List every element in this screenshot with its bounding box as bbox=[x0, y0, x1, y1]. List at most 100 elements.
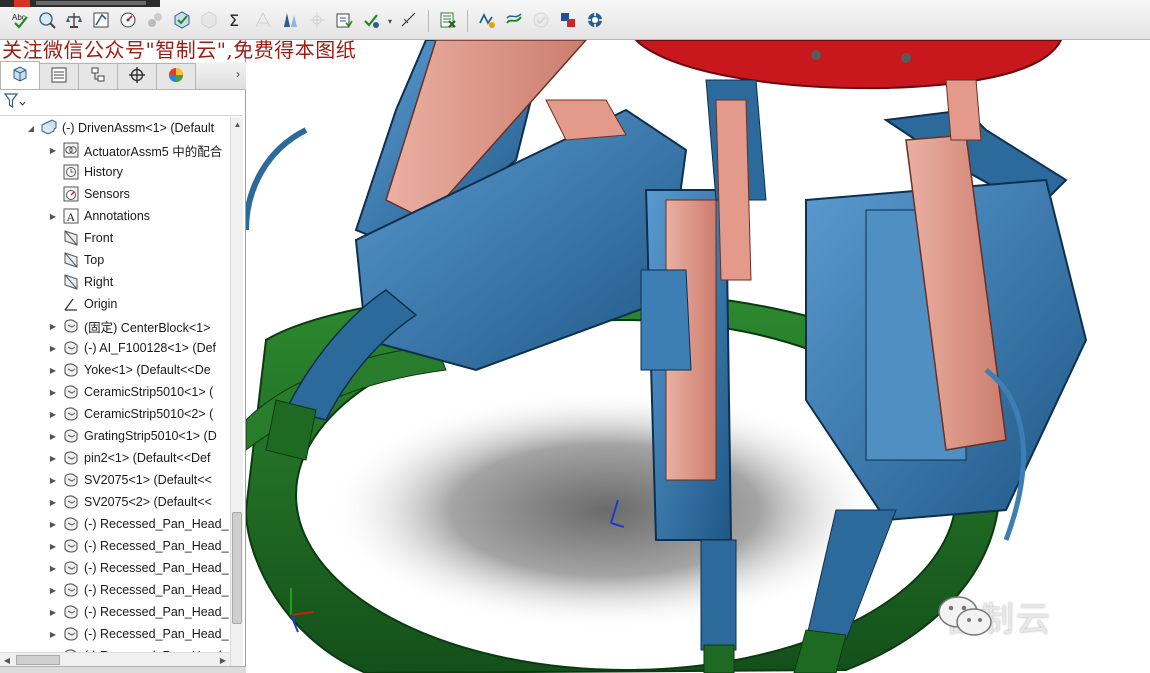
tab-display-manager[interactable] bbox=[156, 63, 196, 89]
tree-item[interactable]: Top bbox=[0, 249, 230, 271]
expand-arrow-icon[interactable]: ▶ bbox=[48, 432, 58, 441]
expand-arrow-icon[interactable]: ▶ bbox=[48, 586, 58, 595]
expand-arrow-icon[interactable]: ▶ bbox=[48, 344, 58, 353]
assembly-icon bbox=[40, 119, 58, 137]
tree-item[interactable]: Front bbox=[0, 227, 230, 249]
tree-item[interactable]: ▶ (-) AI_F100128<1> (Def bbox=[0, 337, 230, 359]
tree-item[interactable]: ▶ (-) Recessed_Pan_Head_ bbox=[0, 557, 230, 579]
dfmxpress-button[interactable] bbox=[529, 9, 553, 33]
top-ring bbox=[634, 40, 1063, 90]
svg-text:A: A bbox=[67, 210, 76, 224]
wechat-watermark: 智制云 bbox=[936, 592, 1052, 641]
tab-property-manager[interactable] bbox=[39, 63, 79, 89]
toolbar-separator bbox=[467, 10, 468, 32]
statistics-button[interactable] bbox=[143, 9, 167, 33]
tree-item-label: CeramicStrip5010<2> ( bbox=[84, 407, 214, 421]
tree-item[interactable]: ▶ (-) Recessed_Pan_Head_ bbox=[0, 535, 230, 557]
tree-item[interactable]: History bbox=[0, 161, 230, 183]
tree-item[interactable]: ▶ Yoke<1> (Default<<De bbox=[0, 359, 230, 381]
expand-arrow-icon[interactable]: ▶ bbox=[48, 498, 58, 507]
tab-configuration-manager[interactable] bbox=[78, 63, 118, 89]
driveworks-xpress-button[interactable] bbox=[556, 9, 580, 33]
statistics-icon bbox=[146, 11, 164, 32]
scroll-up-arrow-icon[interactable]: ▲ bbox=[231, 117, 244, 131]
part-icon bbox=[62, 383, 80, 401]
tree-item[interactable]: ▶ (-) Recessed_Pan_Head_ bbox=[0, 601, 230, 623]
expand-arrow-icon[interactable]: ▶ bbox=[48, 476, 58, 485]
tool-dropdown-arrow-icon[interactable]: ▾ bbox=[386, 9, 394, 33]
symmetry-check-button[interactable] bbox=[332, 9, 356, 33]
expand-arrow-icon[interactable]: ▶ bbox=[48, 146, 58, 155]
hscroll-thumb[interactable] bbox=[16, 655, 60, 665]
app-logo-strip bbox=[0, 0, 160, 7]
tree-item[interactable]: ▶ (-) Recessed_Pan_Head_ bbox=[0, 579, 230, 601]
compare-documents-icon bbox=[362, 11, 380, 32]
tree-item[interactable]: Right bbox=[0, 271, 230, 293]
graphics-viewport[interactable]: 智制云 bbox=[246, 40, 1150, 673]
tree-item[interactable]: ▶ SV2075<1> (Default<< bbox=[0, 469, 230, 491]
filter-row bbox=[0, 90, 242, 116]
expand-arrow-icon[interactable]: ▶ bbox=[48, 542, 58, 551]
check-active-document-button[interactable] bbox=[397, 9, 421, 33]
assembly-model-render bbox=[246, 40, 1088, 673]
tree-item-label: (-) Recessed_Pan_Head_ bbox=[84, 517, 229, 531]
expand-arrow-icon[interactable]: ▶ bbox=[48, 608, 58, 617]
tree-item[interactable]: ▶ CeramicStrip5010<2> ( bbox=[0, 403, 230, 425]
excel-bom-icon bbox=[439, 11, 457, 32]
filter-icon[interactable] bbox=[3, 93, 26, 112]
tree-item[interactable]: Origin bbox=[0, 293, 230, 315]
expand-arrow-icon[interactable]: ▶ bbox=[48, 410, 58, 419]
tree-item[interactable]: ◢ (-) DrivenAssm<1> (Default bbox=[0, 117, 230, 139]
equations-button[interactable]: Σ bbox=[224, 9, 248, 33]
tree-item[interactable]: ▶ (-) Recessed_Pan_Head_ bbox=[0, 513, 230, 535]
parting-line-button[interactable] bbox=[305, 9, 329, 33]
excel-bom-button[interactable] bbox=[436, 9, 460, 33]
scroll-left-arrow-icon[interactable]: ◀ bbox=[0, 653, 14, 667]
scroll-thumb[interactable] bbox=[232, 512, 242, 624]
geometry-analysis-button[interactable] bbox=[197, 9, 221, 33]
collapse-arrow-icon[interactable]: ◢ bbox=[26, 124, 36, 133]
check-entity-button[interactable] bbox=[170, 9, 194, 33]
tree-item[interactable]: ▶ GratingStrip5010<1> (D bbox=[0, 425, 230, 447]
tree-item[interactable]: ▶ SV2075<2> (Default<< bbox=[0, 491, 230, 513]
tree-vertical-scrollbar[interactable]: ▲ ▼ bbox=[230, 117, 243, 673]
part-icon bbox=[62, 317, 80, 335]
tree-item[interactable]: ▶ ActuatorAssm5 中的配合 bbox=[0, 139, 230, 161]
tree-horizontal-scrollbar[interactable]: ◀ ▶ bbox=[0, 652, 230, 666]
expand-arrow-icon[interactable]: ▶ bbox=[48, 520, 58, 529]
expand-arrow-icon[interactable]: ▶ bbox=[48, 564, 58, 573]
feature-tree: ◢ (-) DrivenAssm<1> (Default ▶ ActuatorAssm… bbox=[0, 117, 230, 654]
panel-tabs-more-chevron-icon[interactable]: › bbox=[236, 67, 240, 81]
tree-item[interactable]: ▶ (-) Recessed_Pan_Head_ bbox=[0, 623, 230, 645]
tree-item[interactable]: ▶ CeramicStrip5010<1> ( bbox=[0, 381, 230, 403]
tree-item[interactable]: ▶ pin2<1> (Default<<Def bbox=[0, 447, 230, 469]
costing-button[interactable] bbox=[583, 9, 607, 33]
expand-arrow-icon[interactable]: ▶ bbox=[48, 212, 58, 221]
mass-properties-button[interactable] bbox=[62, 9, 86, 33]
measure-button[interactable] bbox=[35, 9, 59, 33]
tree-item-label: pin2<1> (Default<<Def bbox=[84, 451, 211, 465]
spelling-check-button[interactable]: Abc bbox=[8, 9, 32, 33]
undercut-analysis-button[interactable] bbox=[278, 9, 302, 33]
geometry-analysis-icon bbox=[200, 10, 218, 32]
floxpress-button[interactable] bbox=[502, 9, 526, 33]
expand-arrow-icon[interactable]: ▶ bbox=[48, 366, 58, 375]
expand-arrow-icon[interactable]: ▶ bbox=[48, 630, 58, 639]
manager-tabs: › bbox=[0, 61, 246, 90]
draft-analysis-button[interactable] bbox=[251, 9, 275, 33]
expand-arrow-icon[interactable]: ▶ bbox=[48, 454, 58, 463]
tree-item[interactable]: ▶ A Annotations bbox=[0, 205, 230, 227]
tree-item[interactable]: Sensors bbox=[0, 183, 230, 205]
expand-arrow-icon[interactable]: ▶ bbox=[48, 388, 58, 397]
sensor-button[interactable] bbox=[116, 9, 140, 33]
plane-icon bbox=[62, 273, 80, 291]
part-icon bbox=[62, 559, 80, 577]
tab-feature-manager[interactable] bbox=[0, 61, 40, 89]
compare-documents-button[interactable] bbox=[359, 9, 383, 33]
simulation-xpress-button[interactable] bbox=[475, 9, 499, 33]
scroll-right-arrow-icon[interactable]: ▶ bbox=[216, 653, 230, 667]
expand-arrow-icon[interactable]: ▶ bbox=[48, 322, 58, 331]
section-properties-button[interactable] bbox=[89, 9, 113, 33]
tab-dimxpert-manager[interactable] bbox=[117, 63, 157, 89]
tree-item[interactable]: ▶ (固定) CenterBlock<1> bbox=[0, 315, 230, 337]
